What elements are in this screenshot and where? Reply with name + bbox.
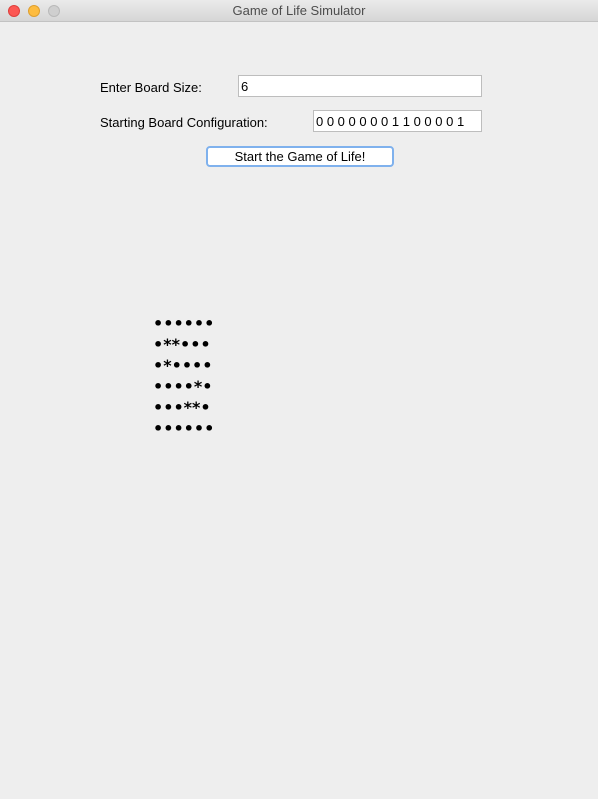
app-window: Game of Life Simulator Enter Board Size:… bbox=[0, 0, 598, 799]
config-input[interactable] bbox=[313, 110, 482, 132]
title-bar: Game of Life Simulator bbox=[0, 0, 598, 22]
start-game-button[interactable]: Start the Game of Life! bbox=[206, 146, 394, 167]
board-row: •••••• bbox=[153, 419, 215, 438]
game-board: •••••• •**••• •*•••• ••••*• •••**• •••••… bbox=[153, 313, 214, 439]
board-row: •••••• bbox=[153, 314, 215, 333]
window-title: Game of Life Simulator bbox=[232, 3, 366, 18]
config-label: Starting Board Configuration: bbox=[100, 115, 268, 130]
board-row: •••**• bbox=[153, 398, 211, 417]
board-size-input[interactable] bbox=[238, 75, 482, 97]
board-row: ••••*• bbox=[153, 377, 213, 396]
board-row: •*•••• bbox=[153, 356, 213, 375]
board-row: •**••• bbox=[153, 335, 211, 354]
board-size-label: Enter Board Size: bbox=[100, 80, 202, 95]
